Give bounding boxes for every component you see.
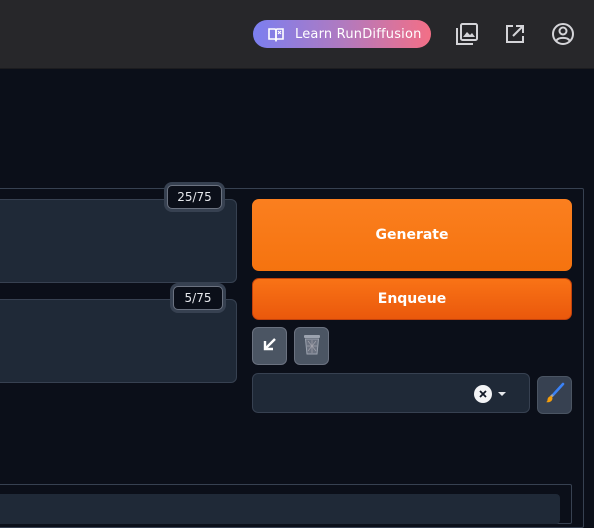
apply-style-button[interactable]: [537, 376, 572, 414]
chevron-down-icon[interactable]: [498, 392, 506, 396]
external-link-icon[interactable]: [502, 21, 528, 47]
styles-dropdown[interactable]: [252, 373, 530, 413]
arrow-down-left-icon: [262, 336, 278, 356]
book-icon: [267, 26, 285, 42]
positive-token-counter: 25/75: [167, 185, 222, 209]
clear-selection-icon[interactable]: [474, 385, 492, 403]
paintbrush-icon: [544, 382, 566, 408]
learn-rundiffusion-button[interactable]: Learn RunDiffusion: [253, 20, 431, 48]
clear-prompt-button[interactable]: [294, 327, 329, 365]
account-icon[interactable]: [550, 21, 576, 47]
negative-token-counter: 5/75: [173, 286, 223, 310]
negative-prompt-input[interactable]: [0, 299, 237, 383]
settings-panel-content: [0, 494, 560, 524]
gallery-icon[interactable]: [454, 21, 480, 47]
read-generation-params-button[interactable]: [252, 327, 287, 365]
generate-button[interactable]: Generate: [252, 199, 572, 271]
trash-icon: [302, 333, 322, 359]
top-bar: Learn RunDiffusion: [0, 0, 594, 69]
learn-rundiffusion-label: Learn RunDiffusion: [295, 26, 422, 42]
enqueue-button[interactable]: Enqueue: [252, 278, 572, 320]
positive-prompt-input[interactable]: [0, 199, 237, 283]
